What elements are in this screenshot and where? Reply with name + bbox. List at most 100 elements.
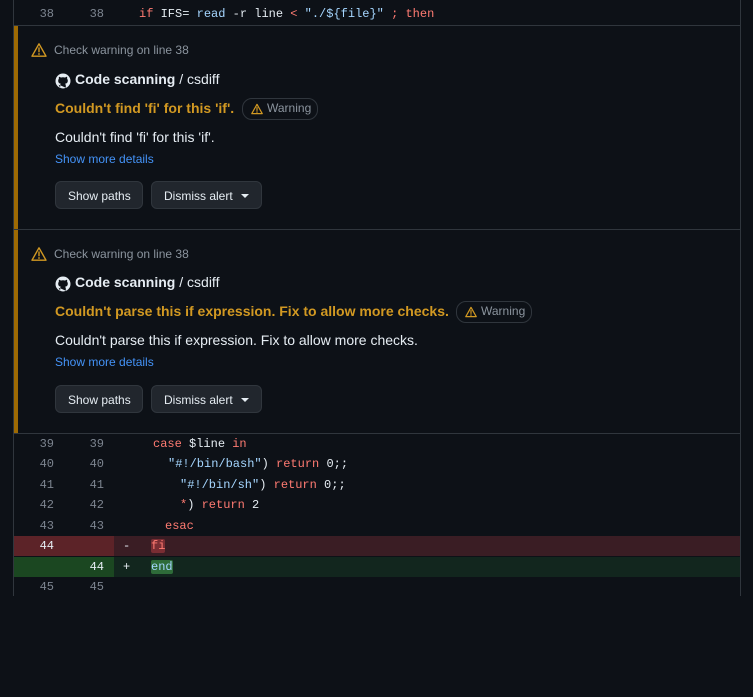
code-content: case $line in: [153, 434, 247, 454]
code-content: end: [151, 557, 173, 577]
code-token: fi: [151, 539, 166, 553]
tool-separator: /: [175, 71, 188, 87]
code-token: return: [276, 457, 320, 471]
code-token: IFS=: [153, 7, 197, 21]
dismiss-alert-button[interactable]: Dismiss alert: [151, 385, 262, 413]
new-line-number[interactable]: 38: [64, 4, 104, 24]
old-line-number[interactable]: 42: [14, 495, 54, 515]
dismiss-alert-label: Dismiss alert: [164, 393, 233, 407]
new-line-number[interactable]: 43: [64, 516, 104, 536]
code-scanning-alert: Check warning on line 38 Code scanning /…: [14, 25, 740, 230]
github-mark-icon: [55, 276, 71, 292]
new-line-number[interactable]: 45: [64, 577, 104, 597]
code-scanning-alert: Check warning on line 38 Code scanning /…: [14, 229, 740, 434]
alert-triangle-icon: [251, 103, 263, 115]
alert-message: Couldn't find 'fi' for this 'if'.: [55, 129, 215, 145]
alert-title: Couldn't find 'fi' for this 'if'.: [55, 100, 235, 116]
code-token: ): [259, 478, 274, 492]
code-token: "#!/bin/bash": [168, 457, 262, 471]
code-token: "./${file}": [304, 7, 384, 21]
show-paths-label: Show paths: [68, 393, 131, 407]
show-more-details-link[interactable]: Show more details: [55, 152, 154, 166]
code-token: ): [187, 498, 202, 512]
warning-accent-bar: [14, 26, 18, 230]
alert-triangle-icon: [31, 247, 47, 261]
show-paths-label: Show paths: [68, 189, 131, 203]
code-token: 0;;: [319, 457, 349, 471]
warning-badge: Warning: [456, 301, 532, 323]
show-paths-button[interactable]: Show paths: [55, 385, 143, 413]
triangle-down-icon: [241, 398, 249, 402]
old-line-number[interactable]: 41: [14, 475, 54, 495]
code-line: 45 45: [14, 577, 740, 597]
code-line: 41 41 "#!/bin/sh") return 0;;: [14, 475, 740, 495]
code-line: 42 42 *) return 2: [14, 495, 740, 515]
code-token: return: [201, 498, 245, 512]
code-lines: 39 39 case $line in 40 40 "#!/bin/bash")…: [14, 433, 740, 597]
code-content: fi: [151, 536, 166, 556]
show-paths-button[interactable]: Show paths: [55, 181, 143, 209]
diff-marker: -: [123, 539, 131, 553]
diff-marker: +: [123, 560, 131, 574]
show-more-details-link[interactable]: Show more details: [55, 355, 154, 369]
code-token: if: [139, 7, 154, 21]
rule-name: csdiff: [187, 71, 220, 87]
code-content: "#!/bin/sh") return 0;;: [180, 475, 346, 495]
tool-separator: /: [175, 274, 188, 290]
alert-title: Couldn't parse this if expression. Fix t…: [55, 303, 449, 319]
code-content: esac: [165, 516, 194, 536]
code-content: "#!/bin/bash") return 0;;: [168, 454, 348, 474]
code-token: return: [273, 478, 317, 492]
code-token: ): [261, 457, 277, 471]
alert-header-text: Check warning on line 38: [54, 43, 189, 57]
code-token: case: [153, 437, 182, 451]
new-line-number[interactable]: 42: [64, 495, 104, 515]
code-content: *) return 2: [180, 495, 259, 515]
added-code-line: 44 + end: [14, 557, 740, 577]
code-line: 38 38 if IFS= read -r line < "./${file}"…: [14, 4, 740, 24]
badge-label: Warning: [267, 101, 312, 115]
code-line: 43 43 esac: [14, 516, 740, 536]
old-line-number[interactable]: 43: [14, 516, 54, 536]
alert-message: Couldn't parse this if expression. Fix t…: [55, 332, 418, 348]
alert-triangle-icon: [31, 43, 47, 57]
code-content: if IFS= read -r line < "./${file}" ; the…: [139, 4, 434, 24]
code-token: $line: [181, 437, 233, 451]
triangle-down-icon: [241, 194, 249, 198]
code-line: 39 39 case $line in: [14, 434, 740, 454]
old-line-number[interactable]: 39: [14, 434, 54, 454]
warning-badge: Warning: [242, 98, 318, 120]
old-line-number[interactable]: 44: [14, 536, 54, 556]
alert-header-text: Check warning on line 38: [54, 247, 189, 261]
rule-name: csdiff: [187, 274, 220, 290]
old-line-number[interactable]: 38: [14, 4, 54, 24]
code-token: end: [151, 560, 173, 574]
diff-view: 38 38 if IFS= read -r line < "./${file}"…: [13, 0, 741, 596]
tool-name: Code scanning: [75, 274, 176, 290]
code-line: 40 40 "#!/bin/bash") return 0;;: [14, 454, 740, 474]
old-line-number[interactable]: 45: [14, 577, 54, 597]
code-token: 0;;: [316, 478, 346, 492]
code-token: in: [232, 437, 247, 451]
code-token: "#!/bin/sh": [180, 478, 260, 492]
code-token: read: [196, 7, 226, 21]
badge-label: Warning: [481, 304, 526, 318]
code-token: esac: [165, 519, 194, 533]
tool-name: Code scanning: [75, 71, 176, 87]
new-line-number[interactable]: 39: [64, 434, 104, 454]
code-token: 2: [244, 498, 260, 512]
github-mark-icon: [55, 73, 71, 89]
new-line-number[interactable]: 41: [64, 475, 104, 495]
new-line-number[interactable]: 44: [64, 557, 104, 577]
old-line-number[interactable]: 40: [14, 454, 54, 474]
code-token: -r line: [225, 7, 291, 21]
dismiss-alert-button[interactable]: Dismiss alert: [151, 181, 262, 209]
deleted-code-line: 44 - fi: [14, 536, 740, 556]
dismiss-alert-label: Dismiss alert: [164, 189, 233, 203]
alert-triangle-icon: [465, 306, 477, 318]
new-line-number[interactable]: 40: [64, 454, 104, 474]
code-token: then: [405, 7, 435, 21]
warning-accent-bar: [14, 230, 18, 434]
